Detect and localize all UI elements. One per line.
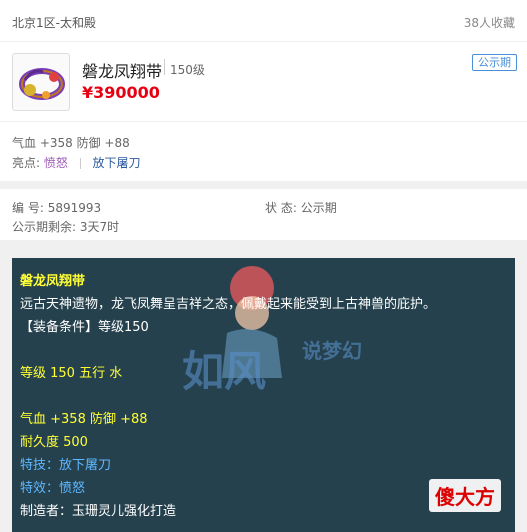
highlight-tag: 放下屠刀 (92, 156, 141, 170)
watermark-text: 说梦幻 (302, 339, 362, 363)
favorites-count[interactable]: 38人收藏 (464, 14, 515, 31)
listing-meta: 编 号: 5891993 状 态: 公示期 公示期剩余: 3天7时 (0, 189, 527, 240)
remaining-time: 公示期剩余: 3天7时 (12, 218, 119, 235)
listing-status-label: 状 态: (265, 201, 297, 215)
highlight-tag: 愤怒 (43, 156, 68, 170)
status-badge: 公示期 (472, 54, 517, 71)
listing-status-value: 公示期 (300, 201, 337, 215)
desc-maker: 制造者：玉珊灵儿强化打造 (20, 504, 177, 519)
item-price: ¥390000 (82, 83, 160, 102)
name-divider (164, 59, 165, 75)
listing-status: 状 态: 公示期 (265, 199, 337, 216)
watermark-text: 如风 (182, 347, 266, 396)
item-name[interactable]: 磐龙凤翔带 (82, 58, 162, 82)
desc-effect: 特效：愤怒 (20, 481, 86, 496)
desc-flavor: 远古天神遗物，龙飞凤舞呈吉祥之态，佩戴起来能受到上古神兽的庇护。 (20, 297, 437, 312)
listing-id-value: 5891993 (47, 201, 102, 215)
card-header: 北京1区-太和殿 38人收藏 (0, 0, 527, 42)
item-thumbnail[interactable] (12, 53, 70, 111)
remaining-time-value: 3天7时 (79, 220, 120, 234)
desc-durability: 耐久度 500 (20, 435, 88, 450)
site-logo: 傻大方 (429, 479, 501, 512)
highlights-label: 亮点: (12, 156, 41, 170)
desc-level-element: 等级 150 五行 水 (20, 366, 123, 381)
item-attributes: 气血 +358 防御 +88 (12, 136, 130, 150)
server-name: 北京1区-太和殿 (12, 16, 96, 30)
highlight-divider (79, 158, 81, 169)
item-highlights: 亮点: 愤怒 放下屠刀 (12, 154, 141, 171)
item-level: 150级 (170, 63, 205, 77)
item-card: 北京1区-太和殿 38人收藏 磐龙凤翔带 150级 ¥390000 公示期 气血… (0, 0, 527, 181)
remaining-time-label: 公示期剩余: (12, 220, 77, 234)
desc-title: 磐龙凤翔带 (20, 274, 86, 289)
desc-requirement: 【装备条件】等级150 (20, 320, 149, 335)
desc-skill: 特技：放下屠刀 (20, 458, 112, 473)
desc-stats: 气血 +358 防御 +88 (20, 412, 148, 427)
watermark-image: 如风 说梦幻 (182, 266, 362, 396)
listing-id: 编 号: 5891993 (12, 199, 101, 216)
item-description-panel: 如风 说梦幻 磐龙凤翔带 远古天神遗物，龙飞凤舞呈吉祥之态，佩戴起来能受到上古神… (12, 258, 515, 532)
listing-id-label: 编 号: (12, 201, 44, 215)
item-row[interactable]: 磐龙凤翔带 150级 ¥390000 公示期 (0, 42, 527, 122)
